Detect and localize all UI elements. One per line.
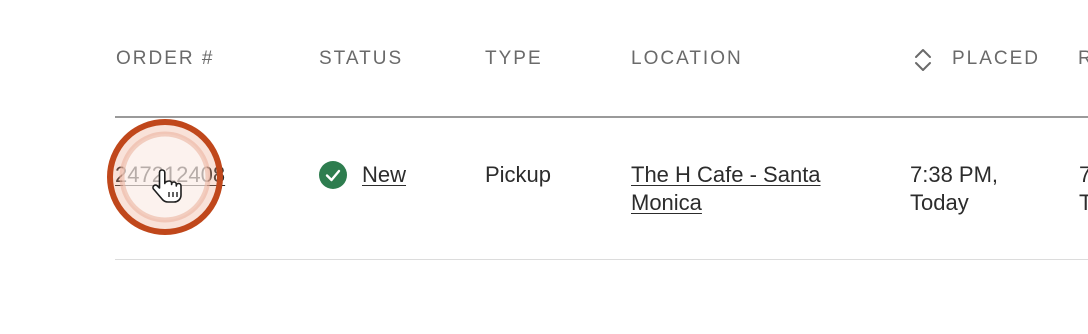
- hand-pointer-icon: [152, 169, 182, 203]
- placed-time: 7:38 PM, Today: [910, 161, 998, 217]
- placed-time-line-1: 7:38 PM,: [910, 162, 999, 187]
- column-header-order: ORDER #: [116, 48, 215, 69]
- column-header-location: LOCATION: [631, 48, 743, 69]
- check-circle-icon: [319, 161, 347, 189]
- location-link[interactable]: The H Cafe - Santa Monica: [631, 161, 821, 217]
- header-divider: [115, 116, 1088, 118]
- next-column-line-1: 7: [1079, 162, 1088, 187]
- next-column-line-2: T: [1079, 190, 1088, 215]
- orders-table: ORDER # STATUS TYPE LOCATION PLACED R 24…: [0, 0, 1088, 334]
- status-new-link[interactable]: New: [362, 161, 406, 189]
- column-header-status: STATUS: [319, 48, 404, 69]
- sort-updown-icon[interactable]: [912, 46, 934, 74]
- placed-time-line-2: Today: [910, 190, 969, 215]
- location-line-2[interactable]: Monica: [631, 189, 821, 217]
- row-divider: [115, 259, 1088, 260]
- order-type: Pickup: [485, 162, 552, 187]
- location-line-1[interactable]: The H Cafe - Santa: [631, 161, 821, 189]
- column-header-placed[interactable]: PLACED: [952, 48, 1040, 70]
- column-header-next-partial: R: [1078, 48, 1088, 69]
- column-header-type: TYPE: [485, 48, 543, 69]
- next-column-partial: 7 T: [1079, 161, 1088, 217]
